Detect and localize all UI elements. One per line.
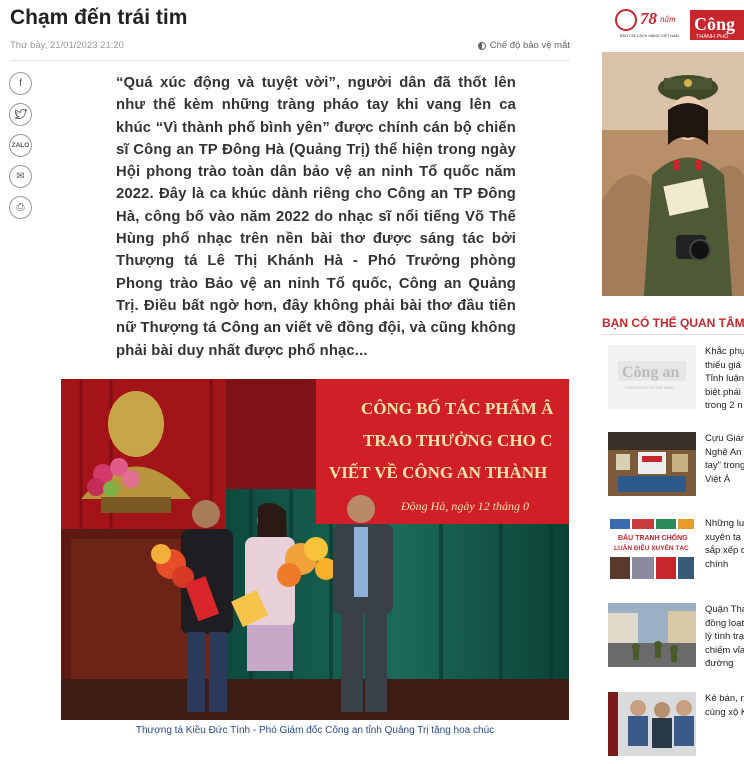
ceremony-photo-illustration: CÔNG BỐ TÁC PHẨM Â TRAO THƯỞNG CHO C VIẾ… [61, 379, 569, 720]
related-item[interactable]: Kẻ bán, n cùng xộ K [608, 692, 744, 764]
related-thumbnail[interactable]: ĐẤU TRANH CHỐNG LUẬN ĐIỆU XUYÊN TẠC [608, 517, 696, 581]
twitter-icon [14, 109, 27, 120]
related-line: sắp xếp d [705, 545, 744, 556]
related-thumbnail[interactable] [608, 432, 696, 496]
evidence-thumb [608, 432, 696, 496]
article-lead: “Quá xúc động và tuyệt vời”, người dân đ… [116, 75, 516, 359]
related-line: biệt phái [705, 386, 741, 398]
related-thumbnail[interactable] [608, 603, 696, 667]
related-item-text[interactable]: Những lu xuyên tạ sắp xếp d chính [705, 517, 744, 571]
related-line: Nghệ An [705, 446, 742, 458]
zalo-icon: ZALO [11, 142, 30, 149]
divider [10, 60, 570, 61]
related-line: Quận Tha [705, 604, 744, 615]
thumb-logo-text: Công an [622, 364, 679, 381]
related-line: tay" trong [705, 460, 744, 471]
related-item[interactable]: ĐẤU TRANH CHỐNG LUẬN ĐIỆU XUYÊN TẠC Nhữn… [608, 517, 744, 589]
print-button[interactable]: ⎙ [9, 196, 32, 219]
related-divider [602, 334, 744, 335]
photo-caption: Thượng tá Kiều Đức Tính - Phó Giám đốc C… [135, 725, 495, 736]
related-line: Khắc phụ [705, 346, 744, 357]
article-title: Chạm đến trái tim [10, 6, 188, 29]
article-photo[interactable]: CÔNG BỐ TÁC PHẨM Â TRAO THƯỞNG CHO C VIẾ… [61, 379, 569, 720]
article-main: Chạm đến trái tim Thứ bảy, 21/01/2023 21… [0, 0, 590, 744]
article-date: Thứ bảy, 21/01/2023 21:20 [10, 40, 124, 51]
ad-tagline: BÁO CHÍ CÁCH MẠNG VIỆT NAM [620, 33, 679, 38]
cong-an-logo-thumb: Công an THÀNH PHỐ HỒ CHÍ MINH [608, 345, 696, 409]
related-item-text[interactable]: Kẻ bán, n cùng xộ K [705, 692, 744, 719]
related-line: thiếu giá [705, 359, 741, 371]
suspects-thumb [608, 692, 696, 756]
related-thumbnail[interactable]: Công an THÀNH PHỐ HỒ CHÍ MINH [608, 345, 696, 409]
related-section-title: BẠN CÓ THỂ QUAN TÂM [602, 316, 744, 330]
eye-protection-label: Chế độ bảo vệ mắt [489, 40, 570, 51]
related-item-text[interactable]: Cựu Giám Nghệ An tay" trong Việt Á [705, 432, 744, 486]
collage-thumb: ĐẤU TRANH CHỐNG LUẬN ĐIỆU XUYÊN TẠC [608, 517, 696, 581]
share-bar: f ZALO ✉ ⎙ [9, 72, 32, 219]
related-line: Kẻ bán, n [705, 693, 744, 704]
related-line: Cựu Giám [705, 433, 744, 444]
related-thumbnail[interactable] [608, 692, 696, 756]
related-line: đồng loạt [705, 617, 744, 629]
related-line: chiếm vỉa [705, 644, 744, 656]
half-circle-icon [477, 41, 486, 50]
related-line: đường [705, 658, 734, 669]
related-line: Việt Á [705, 473, 731, 485]
related-line: xuyên tạ [705, 531, 741, 543]
street-thumb [608, 603, 696, 667]
email-share-button[interactable]: ✉ [9, 165, 32, 188]
related-item[interactable]: Cựu Giám Nghệ An tay" trong Việt Á [608, 432, 744, 504]
ad-illustration: 78 năm BÁO CHÍ CÁCH MẠNG VIỆT NAM Công T… [602, 0, 744, 296]
related-item[interactable]: Công an THÀNH PHỐ HỒ CHÍ MINH Khắc phụ t… [608, 345, 744, 417]
banner-line-2: TRAO THƯỞNG CHO C [363, 431, 552, 450]
related-item[interactable]: Quận Tha đồng loạt lý tình trạ chiếm vỉa… [608, 603, 744, 675]
sidebar-ad-banner[interactable]: 78 năm BÁO CHÍ CÁCH MẠNG VIỆT NAM Công T… [602, 0, 744, 296]
facebook-share-button[interactable]: f [9, 72, 32, 95]
banner-line-3: VIẾT VỀ CÔNG AN THÀNH [329, 463, 547, 482]
banner-date: Đông Hà, ngày 12 tháng 0 [400, 499, 529, 513]
related-line: lý tình trạ [705, 631, 744, 642]
print-icon: ⎙ [16, 202, 25, 213]
related-line: chính [705, 558, 729, 570]
banner-line-1: CÔNG BỐ TÁC PHẨM Â [361, 398, 554, 418]
twitter-share-button[interactable] [9, 103, 32, 126]
thumb-headline-2: LUẬN ĐIỆU XUYÊN TẠC [614, 543, 689, 552]
related-line: cùng xộ K [705, 706, 744, 718]
ad-years-number: 78 [640, 9, 658, 28]
related-line: Tỉnh luận [705, 373, 744, 384]
zalo-share-button[interactable]: ZALO [9, 134, 32, 157]
thumb-logo-sub: THÀNH PHỐ HỒ CHÍ MINH [624, 385, 674, 390]
ad-logo-sub: THÀNH PHỐ [696, 33, 729, 40]
ad-logo: Công [694, 14, 735, 34]
facebook-icon: f [19, 78, 22, 89]
email-icon: ✉ [16, 171, 25, 182]
ad-years-word: năm [660, 14, 676, 24]
related-item-text[interactable]: Khắc phụ thiếu giá Tỉnh luận biệt phái t… [705, 345, 744, 413]
related-item-text[interactable]: Quận Tha đồng loạt lý tình trạ chiếm vỉa… [705, 603, 744, 671]
related-line: trong 2 n [705, 400, 743, 411]
related-line: Những lu [705, 518, 744, 529]
eye-protection-toggle[interactable]: Chế độ bảo vệ mắt [477, 40, 570, 51]
